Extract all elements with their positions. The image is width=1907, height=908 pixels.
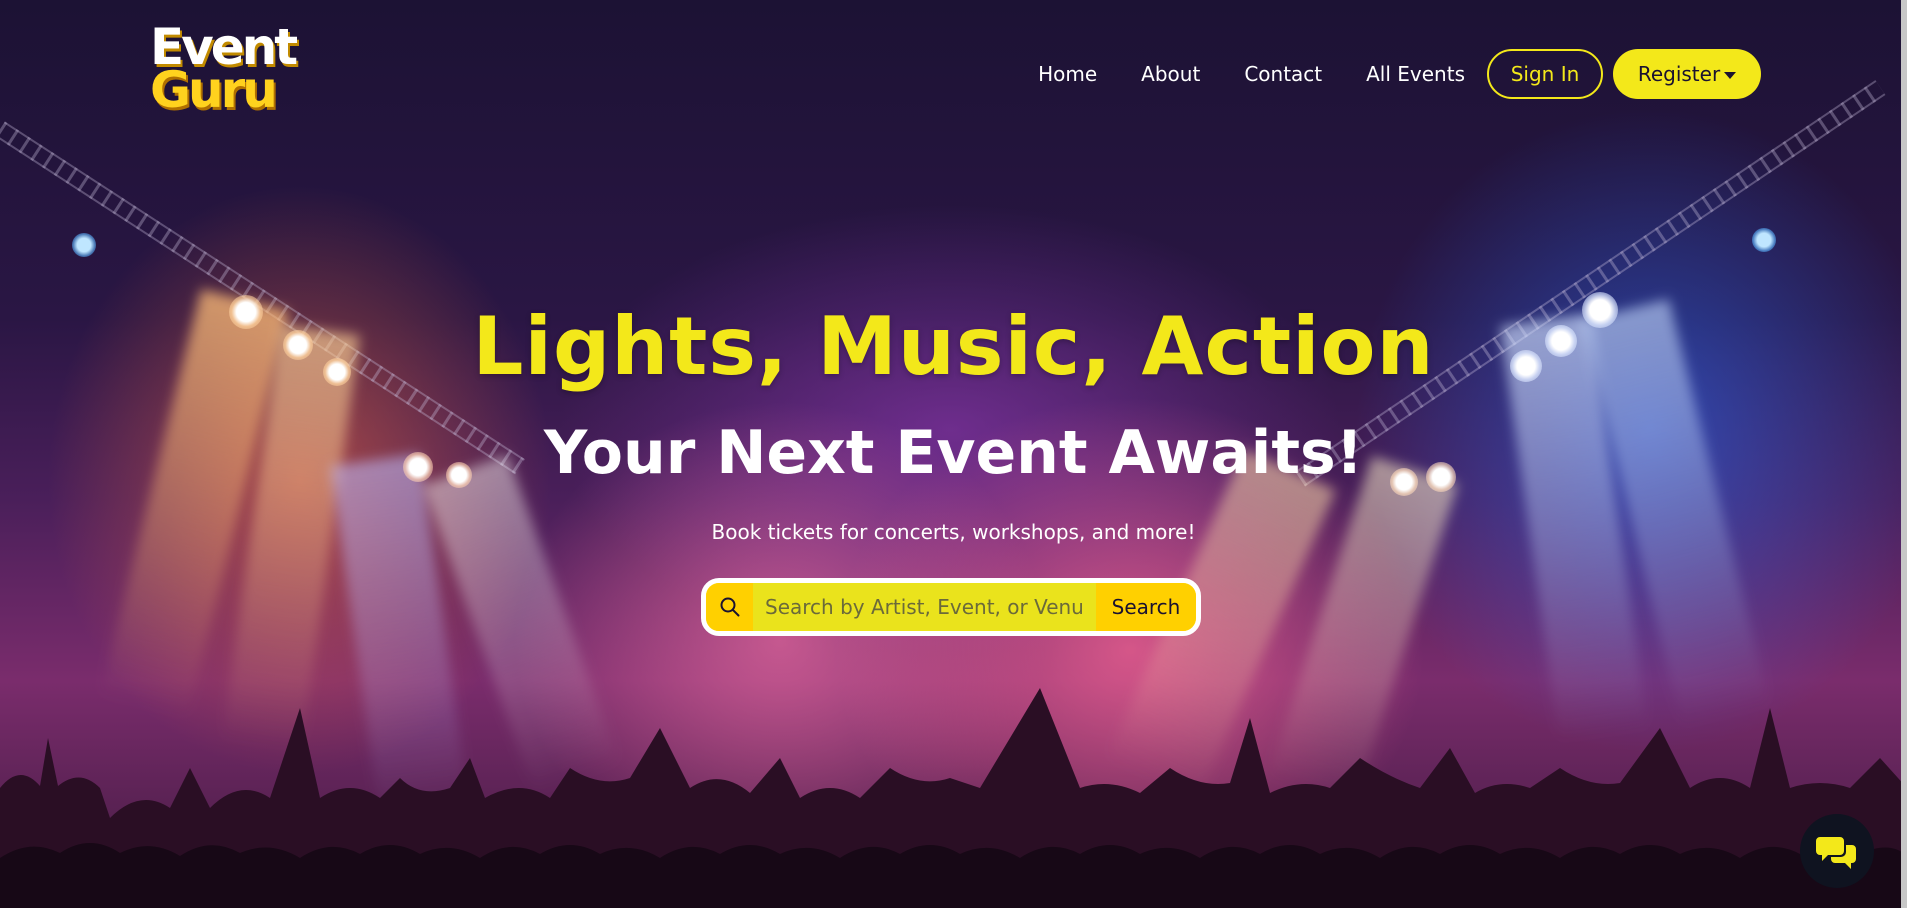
spotlight <box>1752 228 1776 252</box>
sign-in-button[interactable]: Sign In <box>1487 49 1603 99</box>
main-nav: Home About Contact All Events Sign In Re… <box>1038 49 1761 99</box>
register-dropdown-button[interactable]: Register <box>1613 49 1761 99</box>
hero-headline: Lights, Music, Action <box>472 300 1435 393</box>
search-bar: Search <box>701 578 1201 636</box>
hero-tagline: Book tickets for concerts, workshops, an… <box>711 520 1196 544</box>
nav-link-home[interactable]: Home <box>1038 62 1097 86</box>
brand-logo[interactable]: Event Guru <box>150 22 300 115</box>
site-header: Event Guru Home About Contact All Events… <box>0 0 1907 150</box>
nav-link-about[interactable]: About <box>1141 62 1200 86</box>
nav-link-all-events[interactable]: All Events <box>1366 62 1465 86</box>
search-input[interactable] <box>753 583 1096 631</box>
page-scrollbar[interactable] <box>1901 0 1907 908</box>
sign-in-label: Sign In <box>1510 62 1580 86</box>
search-button[interactable]: Search <box>1096 583 1196 631</box>
register-label: Register <box>1637 62 1721 86</box>
spotlight <box>72 233 96 257</box>
crowd-silhouette <box>0 688 1907 908</box>
chat-icon[interactable] <box>1800 814 1874 888</box>
caret-down-icon <box>1724 71 1737 79</box>
hero-subheadline: Your Next Event Awaits! <box>543 418 1364 488</box>
search-icon[interactable] <box>706 583 753 631</box>
nav-link-contact[interactable]: Contact <box>1244 62 1322 86</box>
